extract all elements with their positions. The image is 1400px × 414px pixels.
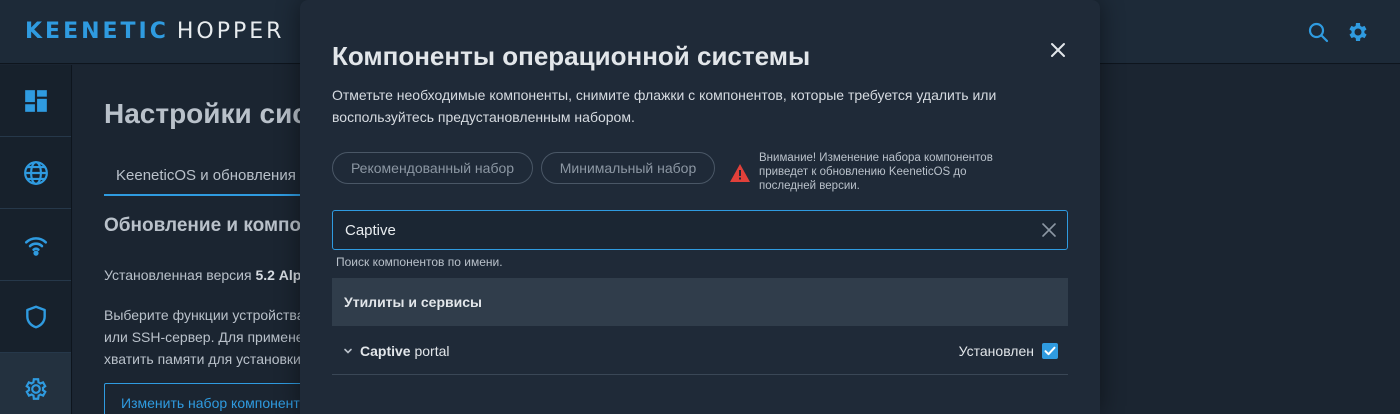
sidebar-item-internet[interactable] — [0, 137, 71, 209]
wifi-icon — [24, 236, 47, 256]
installed-label: Установленная версия — [104, 267, 252, 283]
check-icon — [1044, 346, 1056, 356]
dashboard-icon — [24, 89, 47, 112]
clear-search-button[interactable] — [1041, 222, 1057, 238]
tab-label: KeeneticOS и обновления — [116, 167, 296, 184]
group-label: Утилиты и сервисы — [344, 294, 482, 310]
component-name-match: Captive — [360, 343, 411, 359]
chevron-down-icon[interactable] — [343, 346, 353, 356]
warning-icon — [730, 164, 750, 182]
close-icon — [1042, 223, 1056, 237]
page-description-line: или SSH-сервер. Для примене — [104, 329, 304, 345]
component-name-rest: portal — [410, 343, 450, 359]
page-description-line: хватить памяти для установки — [104, 351, 301, 367]
component-search-input[interactable]: Captive — [332, 210, 1068, 250]
search-input-value: Captive — [345, 222, 396, 239]
logo[interactable]: KEENETIC HOPPER — [25, 19, 284, 44]
sidebar-item-security[interactable] — [0, 281, 71, 353]
logo-brand: KEENETIC — [25, 19, 169, 44]
sidebar-item-wifi[interactable] — [0, 209, 71, 281]
sidebar-item-settings[interactable] — [0, 353, 71, 414]
tab-keeneticos-updates[interactable]: KeeneticOS и обновления — [104, 158, 324, 196]
component-name: Captive portal — [360, 343, 450, 359]
component-status: Установлен — [958, 343, 1034, 359]
sidebar — [0, 65, 72, 414]
top-icons — [1306, 20, 1370, 44]
change-components-label: Изменить набор компонентов — [121, 395, 315, 411]
components-modal: Компоненты операционной системы Отметьте… — [300, 0, 1100, 414]
warning-text-line: приведет к обновлению KeeneticOS до — [759, 166, 967, 178]
component-group-header: Утилиты и сервисы — [332, 278, 1068, 326]
installed-version: Установленная версия 5.2 Alpha — [104, 267, 318, 283]
minimal-set-button[interactable]: Минимальный набор — [541, 152, 715, 184]
sidebar-item-dashboard[interactable] — [0, 65, 71, 137]
logo-model: HOPPER — [176, 19, 285, 44]
change-components-button[interactable]: Изменить набор компонентов — [104, 383, 324, 414]
component-checkbox[interactable] — [1042, 343, 1058, 359]
close-icon — [1051, 43, 1065, 57]
page-description-line: Выберите функции устройства — [104, 307, 305, 323]
close-button[interactable] — [1048, 40, 1068, 60]
modal-title: Компоненты операционной системы — [332, 41, 811, 71]
component-row[interactable]: Captive portal Установлен — [332, 327, 1068, 375]
search-hint: Поиск компонентов по имени. — [336, 255, 503, 269]
globe-icon — [23, 160, 48, 185]
search-icon[interactable] — [1306, 20, 1330, 44]
gear-icon — [24, 378, 47, 400]
warning-text-line: последней версии. — [759, 180, 860, 192]
shield-icon — [25, 305, 46, 328]
warning-text-line: Внимание! Изменение набора компонентов — [759, 152, 993, 164]
modal-description-line: Отметьте необходимые компоненты, снимите… — [332, 87, 997, 103]
recommended-set-button[interactable]: Рекомендованный набор — [332, 152, 533, 184]
gear-icon[interactable] — [1346, 20, 1370, 44]
modal-description-line: воспользуйтесь предустановленным набором… — [332, 109, 635, 125]
